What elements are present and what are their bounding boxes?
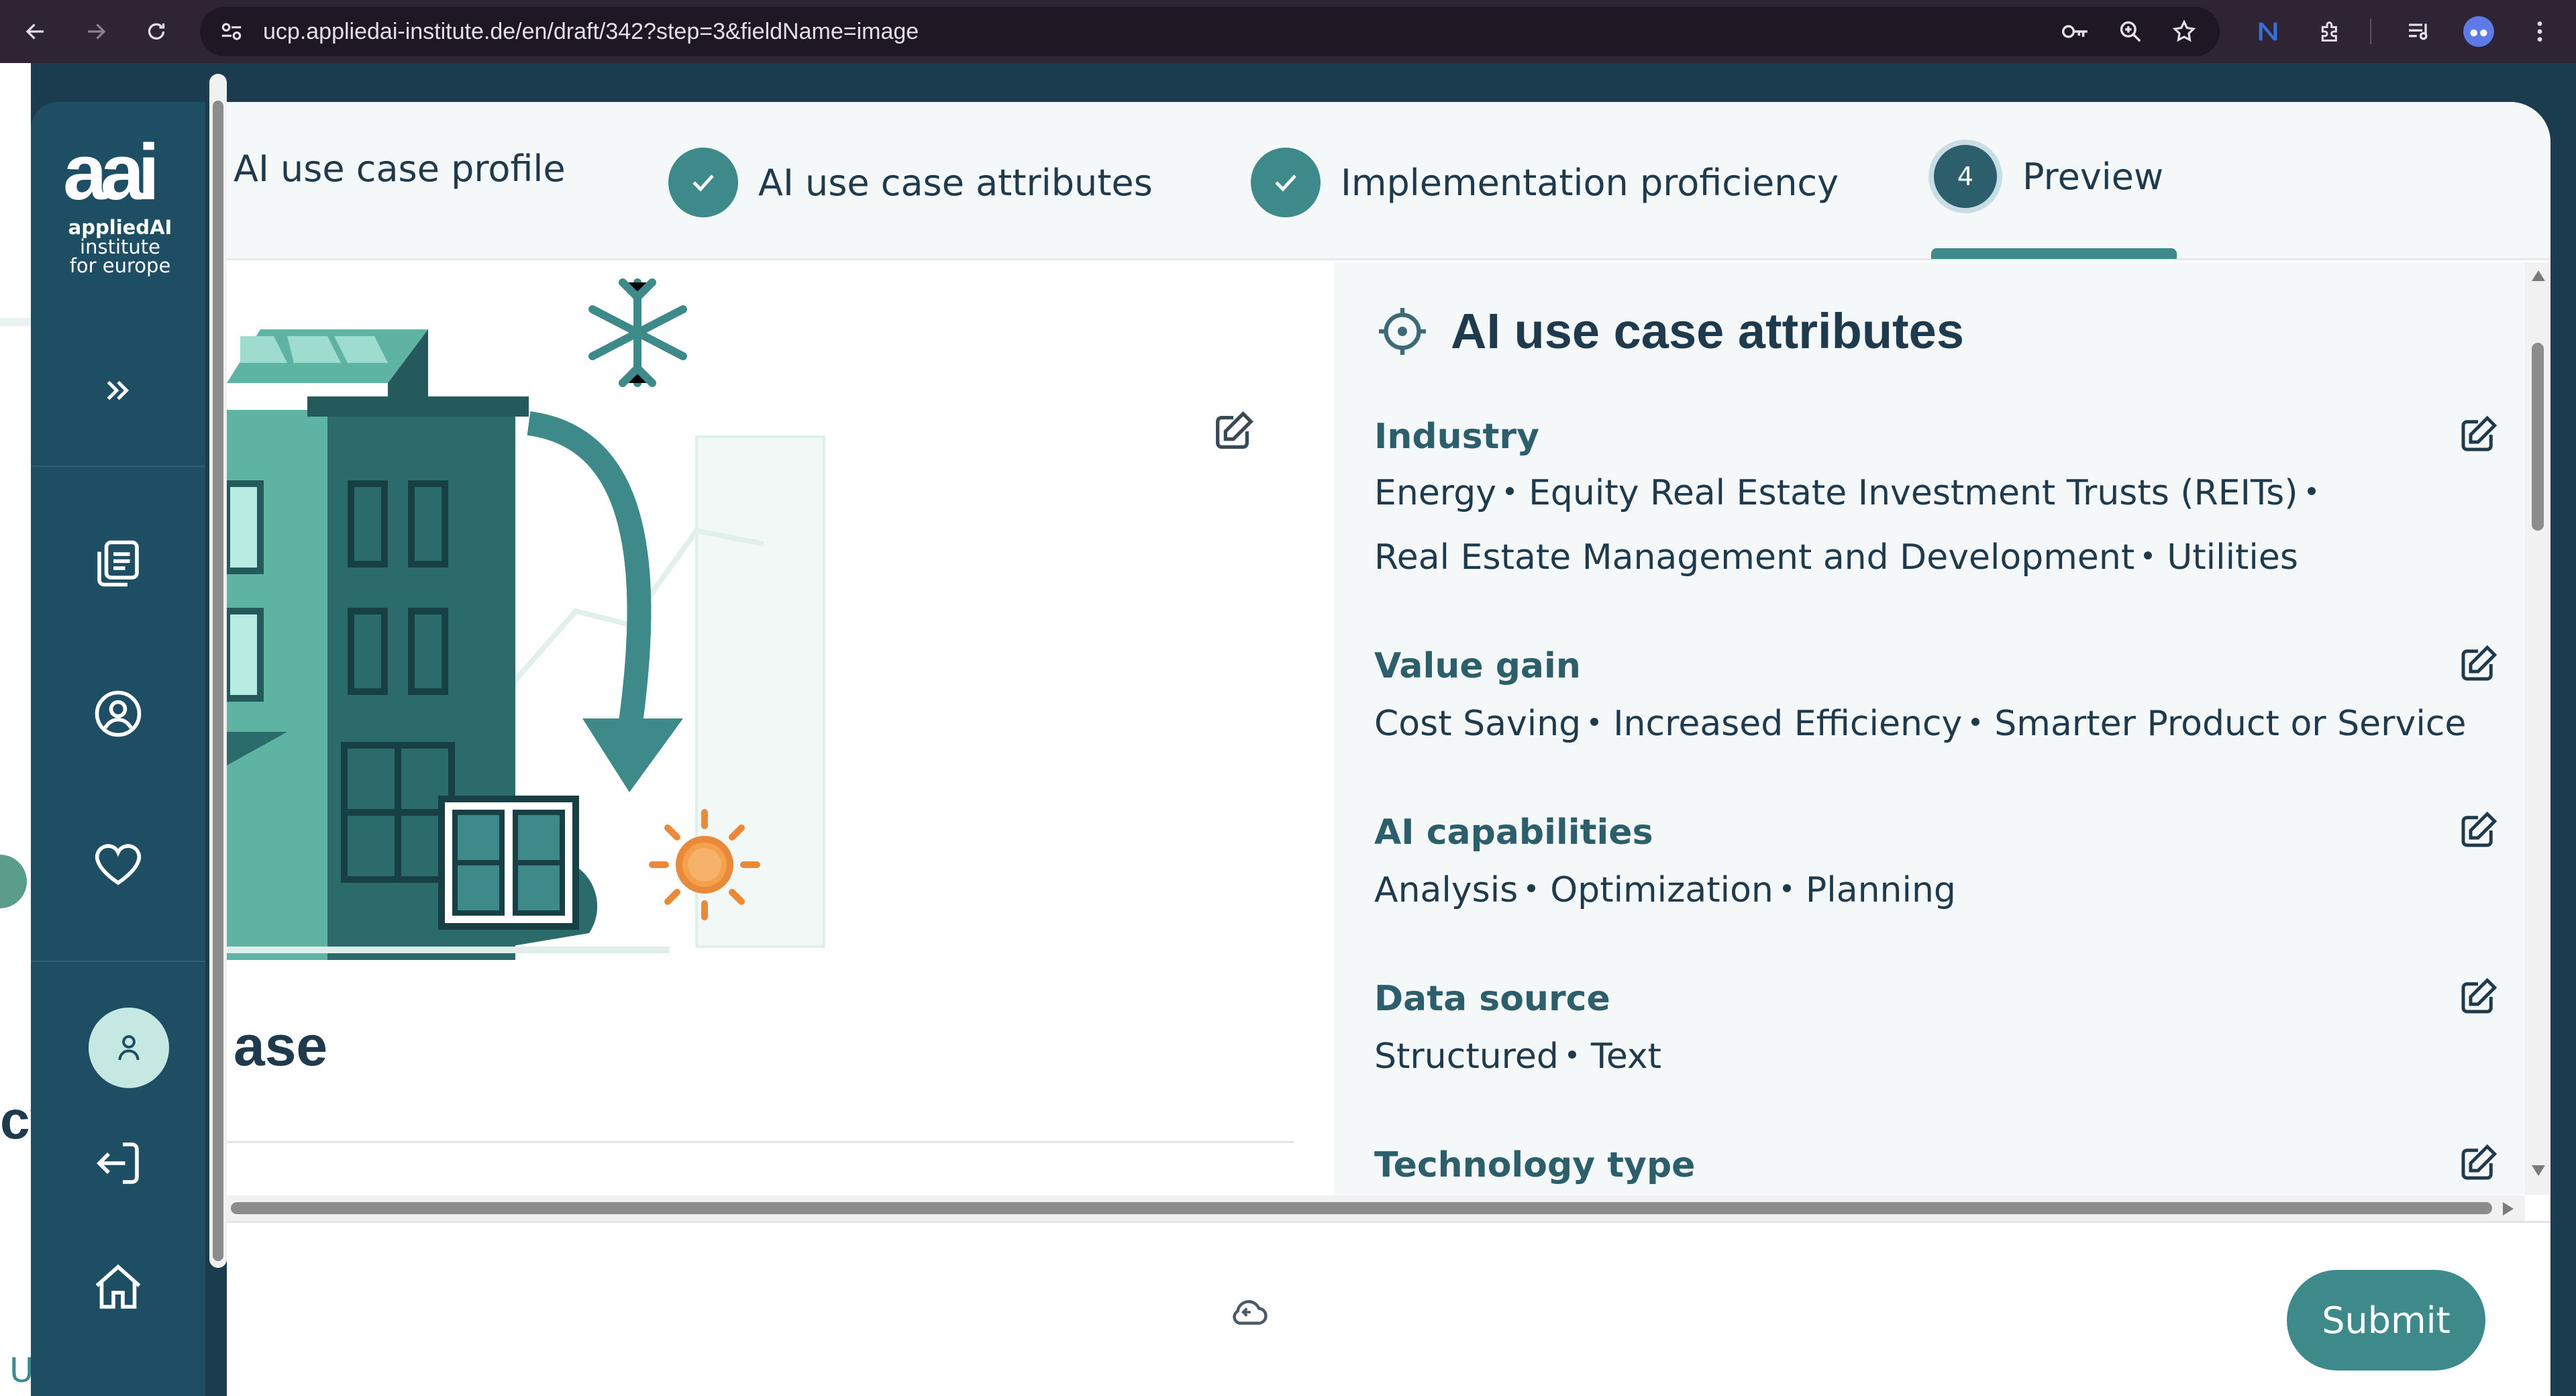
step-label: Preview (2022, 155, 2164, 198)
draft-preview-card: AI use case profile AI use case attribut… (227, 102, 2551, 1396)
edit-icon (2461, 977, 2497, 1014)
ai-capabilities-values: Analysis Optimization Planning (1374, 858, 2481, 922)
user-profile-icon[interactable] (85, 680, 152, 747)
media-queue-icon[interactable] (2402, 15, 2436, 48)
target-icon (1379, 307, 1426, 355)
step-implementation-proficiency[interactable]: Implementation proficiency (1251, 148, 1839, 217)
url-text[interactable]: ucp.appliedai-institute.de/en/draft/342?… (263, 19, 919, 45)
check-icon (668, 148, 738, 217)
logo-line-1: appliedAI (68, 216, 172, 239)
tag: Utilities (2167, 537, 2298, 578)
logo-line-3: for europe (69, 254, 171, 277)
appliedai-logo[interactable]: aai appliedAI institute for europe (63, 128, 177, 277)
documents-icon[interactable] (85, 530, 152, 597)
person-icon (118, 1035, 140, 1061)
use-case-image-pane: ase (227, 262, 1334, 1201)
tag: Smarter Product or Service (1994, 704, 2467, 744)
data-source-title: Data source (1374, 979, 1610, 1019)
edit-icon (1216, 411, 1253, 449)
home-icon[interactable] (85, 1254, 152, 1322)
step-ai-use-case-attributes[interactable]: AI use case attributes (668, 148, 1153, 217)
password-key-icon[interactable] (2060, 19, 2090, 44)
edit-data-source-button[interactable] (2455, 973, 2502, 1020)
profile-avatar-icon[interactable] (2462, 15, 2495, 48)
more-menu-icon[interactable] (2523, 15, 2557, 48)
technology-type-title: Technology type (1374, 1145, 1696, 1185)
step-number: 4 (1928, 140, 2002, 213)
forward-icon[interactable] (79, 15, 113, 48)
edit-industry-button[interactable] (2455, 411, 2502, 458)
tag: Increased Efficiency (1613, 704, 1963, 744)
energy-building-illustration (227, 278, 825, 960)
horizontal-scrollbar[interactable] (227, 1195, 2525, 1221)
back-icon[interactable] (19, 15, 52, 48)
tag: Analysis (1374, 870, 1518, 910)
browser-toolbar: ucp.appliedai-institute.de/en/draft/342?… (0, 0, 2576, 63)
extensions-puzzle-icon[interactable] (2314, 15, 2347, 48)
submit-button[interactable]: Submit (2287, 1270, 2485, 1371)
step-label: Implementation proficiency (1341, 161, 1839, 204)
edit-value-gain-button[interactable] (2455, 641, 2502, 688)
address-bar[interactable]: ucp.appliedai-institute.de/en/draft/342?… (200, 7, 2220, 56)
step-preview[interactable]: 4 Preview (1928, 140, 2163, 213)
site-settings-icon[interactable] (219, 19, 244, 47)
edit-icon (2461, 811, 2497, 847)
value-gain-title: Value gain (1374, 646, 1581, 686)
value-gain-values: Cost Saving Increased Efficiency Smarter P… (1374, 692, 2481, 756)
cloud-sync-icon (1227, 1290, 1271, 1337)
tag: Optimization (1550, 870, 1773, 910)
background-page-strip: cy U (0, 63, 60, 1396)
logout-icon[interactable] (85, 1130, 152, 1197)
edit-technology-type-button[interactable] (2455, 1140, 2502, 1187)
edit-icon (2461, 415, 2497, 451)
use-case-title: ase (234, 1014, 328, 1077)
check-icon (1251, 148, 1321, 217)
zoom-icon[interactable] (2118, 19, 2143, 44)
industry-values: Energy Equity Real Estate Investment Trus… (1374, 461, 2481, 590)
step-label: AI use case profile (234, 148, 566, 190)
bookmark-star-icon[interactable] (2171, 19, 2197, 44)
tag: Cost Saving (1374, 704, 1582, 744)
edit-image-button[interactable] (1206, 405, 1260, 458)
edit-ai-capabilities-button[interactable] (2455, 807, 2502, 854)
expand-sidebar-icon[interactable] (85, 357, 152, 424)
tag: Real Estate Management and Development (1374, 537, 2135, 578)
industry-title: Industry (1374, 417, 1539, 457)
attributes-vertical-scrollbar[interactable] (2525, 262, 2551, 1195)
ai-capabilities-title: AI capabilities (1374, 812, 1653, 853)
attributes-panel: AI use case attributes Industry Energy Eq… (1334, 262, 2525, 1195)
edit-icon (2461, 1144, 2497, 1180)
logo-line-2: institute (80, 235, 160, 258)
reload-icon[interactable] (140, 15, 173, 48)
tag: Planning (1805, 870, 1956, 910)
step-label: AI use case attributes (758, 161, 1153, 204)
wizard-stepper: AI use case profile AI use case attribut… (227, 102, 2551, 260)
data-source-values: Structured Text (1374, 1024, 2481, 1089)
attributes-title: AI use case attributes (1451, 303, 1964, 359)
favorites-heart-icon[interactable] (85, 830, 152, 898)
active-step-indicator (1931, 248, 2177, 259)
page-vertical-scrollbar[interactable] (209, 74, 227, 1268)
tag: Structured (1374, 1036, 1559, 1077)
tag: Energy (1374, 473, 1497, 513)
step-ai-use-case-profile[interactable]: AI use case profile (234, 148, 566, 190)
sidebar: aai appliedAI institute for europe (31, 102, 205, 1396)
tag: Equity Real Estate Investment Trusts (RE… (1529, 473, 2298, 513)
logo-mark: aai (63, 128, 160, 217)
extension-n-icon[interactable] (2251, 15, 2285, 48)
account-avatar[interactable] (89, 1008, 169, 1088)
edit-icon (2461, 645, 2497, 681)
wizard-footer: Submit (227, 1221, 2551, 1396)
tag: Text (1590, 1036, 1662, 1077)
